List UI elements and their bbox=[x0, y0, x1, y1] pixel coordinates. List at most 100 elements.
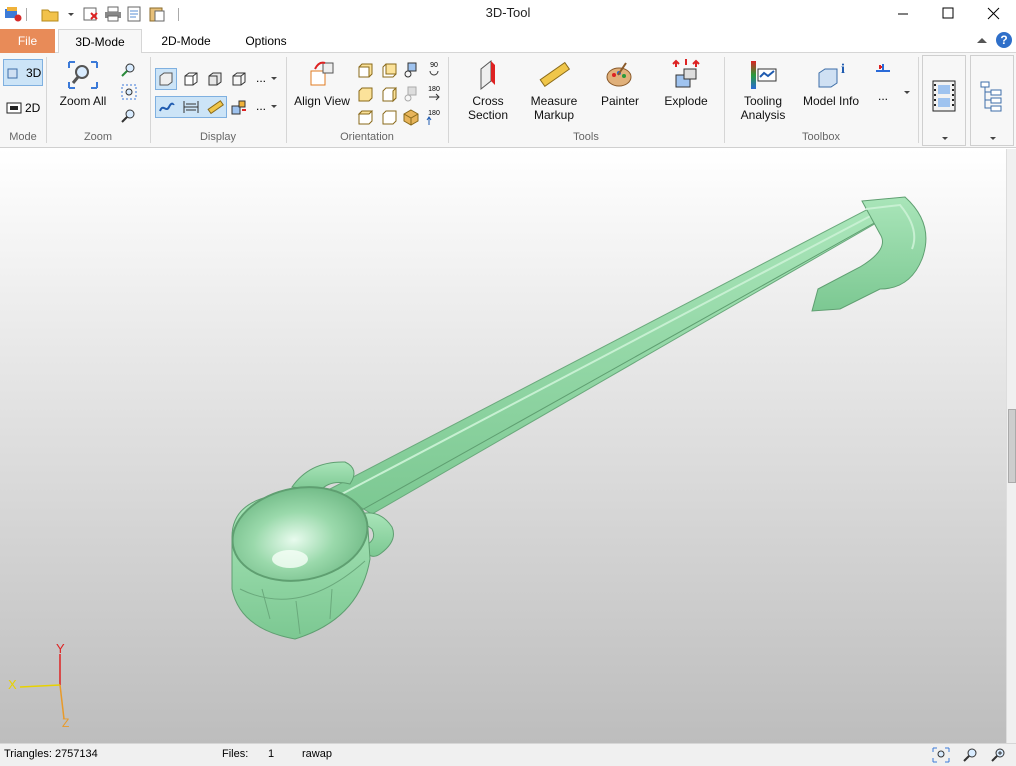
zoom-all-button[interactable]: Zoom All bbox=[55, 59, 111, 115]
spoon-model[interactable] bbox=[0, 149, 1006, 743]
mode-2d-button[interactable]: 2D bbox=[3, 97, 43, 119]
mode-3d-button[interactable]: 3D bbox=[3, 59, 43, 86]
model-tree-button[interactable] bbox=[970, 55, 1014, 146]
chevron-down-icon bbox=[990, 137, 996, 140]
maximize-icon[interactable] bbox=[925, 0, 971, 29]
film-icon bbox=[932, 80, 956, 112]
ribbon: 3D 2D Mode Zoom All Zoom ... ... Display… bbox=[0, 53, 1016, 148]
group-label-zoom: Zoom bbox=[83, 131, 113, 143]
chevron-down-icon bbox=[942, 137, 948, 140]
explode-icon bbox=[672, 59, 700, 88]
view-right-icon[interactable] bbox=[380, 85, 398, 103]
cross-section-icon bbox=[480, 59, 495, 91]
tooling-analysis-icon bbox=[751, 61, 777, 89]
zoom-fit-icon[interactable] bbox=[932, 747, 950, 763]
zoom-in-icon[interactable] bbox=[990, 747, 1008, 763]
shaded-cube-icon bbox=[159, 72, 173, 86]
view-top-icon[interactable] bbox=[356, 108, 374, 126]
tooling-label-2: Analysis bbox=[740, 108, 786, 122]
zoom-out-icon[interactable] bbox=[962, 747, 980, 763]
explode-button[interactable]: Explode bbox=[658, 59, 714, 115]
status-bar: Triangles: 2757134 Files: 1 rawap bbox=[0, 743, 1016, 766]
zoom-pan-icon[interactable] bbox=[120, 61, 138, 79]
mode-3d-label: 3D bbox=[26, 66, 42, 80]
axis-triad: Y X Z bbox=[8, 641, 69, 730]
wireframe-icon[interactable] bbox=[230, 70, 248, 88]
file-name: rawap bbox=[302, 748, 332, 760]
rotate-180-icon[interactable]: 180 bbox=[426, 83, 442, 105]
measure-label-2: Markup bbox=[533, 108, 574, 122]
rotate-view-gray-icon[interactable] bbox=[402, 85, 420, 103]
align-view-icon bbox=[310, 61, 334, 86]
cross-section-button[interactable]: Cross Section bbox=[458, 59, 518, 123]
display-more-1[interactable]: ... bbox=[256, 71, 266, 85]
painter-label: Painter bbox=[600, 94, 640, 108]
files-count: 1 bbox=[268, 748, 275, 760]
collapse-ribbon-icon[interactable] bbox=[975, 34, 989, 48]
align-view-button[interactable]: Align View bbox=[292, 59, 352, 115]
view-front-icon[interactable] bbox=[356, 61, 374, 79]
shaded-edges-icon[interactable] bbox=[182, 70, 200, 88]
cube-icon bbox=[7, 68, 18, 79]
info-icon: i bbox=[818, 62, 845, 88]
model-info-button[interactable]: i Model Info bbox=[800, 59, 862, 115]
tree-icon bbox=[980, 81, 1002, 112]
view-isometric-icon[interactable] bbox=[402, 108, 420, 126]
toolbox-more[interactable]: ... bbox=[878, 89, 888, 103]
animation-panel-button[interactable] bbox=[922, 55, 966, 146]
drawing-icon bbox=[6, 102, 22, 114]
chevron-down-icon[interactable] bbox=[903, 90, 911, 96]
group-label-display: Display bbox=[199, 131, 237, 143]
svg-text:i: i bbox=[841, 62, 845, 77]
tooling-analysis-button[interactable]: Tooling Analysis bbox=[734, 59, 792, 123]
view-left-icon[interactable] bbox=[356, 85, 374, 103]
mode-2d-label: 2D bbox=[25, 101, 41, 115]
curve-icon[interactable] bbox=[158, 98, 176, 116]
y-axis-label: Y bbox=[56, 641, 65, 656]
flip-180-label: 180 bbox=[428, 110, 440, 117]
view-back-icon[interactable] bbox=[380, 61, 398, 79]
assembly-display-icon[interactable] bbox=[230, 98, 248, 116]
x-axis-label: X bbox=[8, 677, 17, 692]
tab-file[interactable]: File bbox=[0, 29, 55, 53]
tab-options[interactable]: Options bbox=[232, 29, 300, 53]
rotate-view-icon[interactable] bbox=[402, 61, 420, 79]
chevron-down-icon[interactable] bbox=[270, 76, 278, 82]
palette-icon bbox=[606, 62, 632, 87]
minimize-icon[interactable] bbox=[880, 0, 926, 29]
tab-3d-mode[interactable]: 3D-Mode bbox=[58, 29, 142, 54]
rotate-180-label: 180 bbox=[428, 86, 440, 93]
rotate-90-label: 90 bbox=[430, 62, 438, 69]
ruler-display-icon[interactable] bbox=[206, 98, 224, 116]
3d-viewport[interactable]: Y X Z bbox=[0, 149, 1006, 743]
measure-label-1: Measure bbox=[530, 94, 578, 108]
help-icon[interactable]: ? bbox=[995, 31, 1013, 49]
group-separator bbox=[918, 57, 919, 143]
svg-text:?: ? bbox=[1000, 33, 1007, 47]
painter-button[interactable]: Painter bbox=[592, 59, 648, 115]
z-axis-label: Z bbox=[62, 716, 69, 730]
display-more-2[interactable]: ... bbox=[256, 99, 266, 113]
hidden-line-icon[interactable] bbox=[206, 70, 224, 88]
tooling-label-1: Tooling bbox=[743, 94, 783, 108]
chevron-down-icon[interactable] bbox=[270, 104, 278, 110]
align-view-label: Align View bbox=[294, 94, 350, 108]
group-label-toolbox: Toolbox bbox=[802, 131, 840, 143]
rotate-90-icon[interactable]: 90 bbox=[426, 59, 442, 81]
cross-section-label-1: Cross bbox=[472, 94, 504, 108]
files-label: Files: bbox=[222, 748, 249, 760]
cross-section-label-2: Section bbox=[467, 108, 509, 122]
view-bottom-icon[interactable] bbox=[380, 108, 398, 126]
ruler-icon bbox=[539, 61, 571, 88]
measure-markup-button[interactable]: Measure Markup bbox=[523, 59, 585, 123]
flip-180-icon[interactable]: 180 bbox=[426, 107, 442, 129]
scrollbar-thumb[interactable] bbox=[1008, 409, 1016, 483]
align-parts-icon[interactable] bbox=[874, 61, 892, 79]
zoom-dynamic-icon[interactable] bbox=[120, 107, 138, 125]
vertical-scrollbar[interactable] bbox=[1006, 149, 1016, 743]
group-label-orientation: Orientation bbox=[340, 131, 394, 143]
tab-2d-mode[interactable]: 2D-Mode bbox=[148, 29, 224, 53]
close-icon[interactable] bbox=[970, 0, 1016, 29]
zoom-window-icon[interactable] bbox=[120, 83, 138, 101]
dimension-icon[interactable] bbox=[182, 98, 200, 116]
